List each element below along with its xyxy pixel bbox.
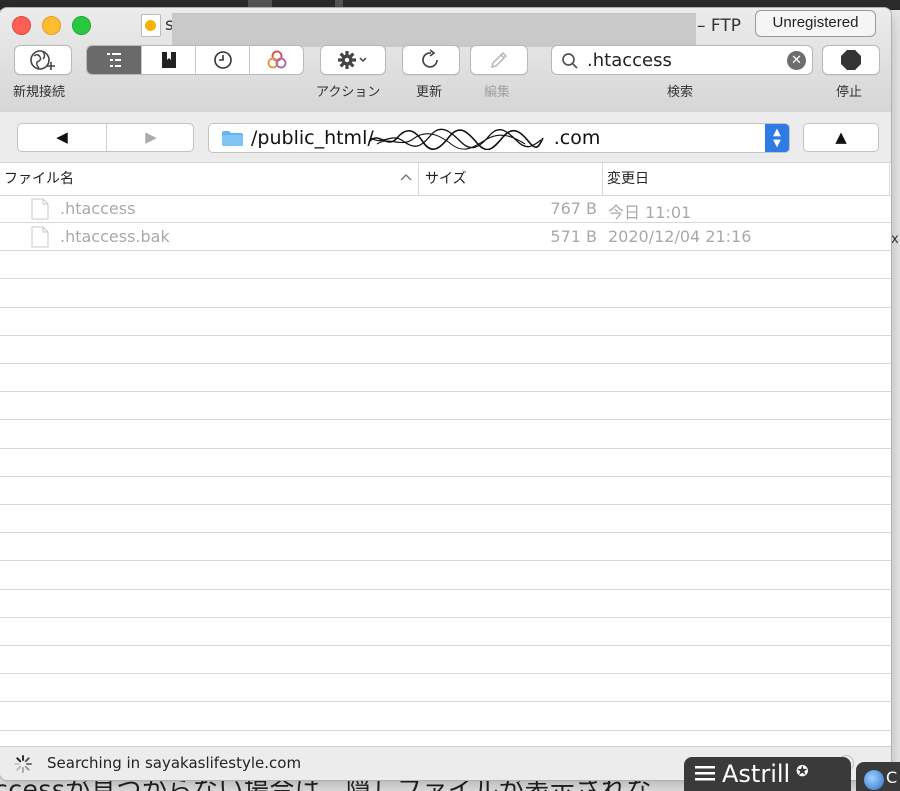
file-list: .htaccess 767 B 今日 11:01 .htaccess.bak 571 B… (0, 195, 891, 759)
document-icon (31, 198, 49, 220)
bonjour-icon (250, 46, 303, 74)
refresh-label: 更新 (416, 85, 443, 100)
background-text-fragment: x (891, 232, 899, 247)
empty-table-row (0, 308, 891, 336)
file-modified: 2020/12/04 21:16 (608, 227, 752, 247)
column-divider (889, 163, 891, 195)
search-field[interactable]: .htaccess ✕ (551, 45, 813, 75)
empty-table-row (0, 703, 891, 731)
file-size: 571 B (550, 227, 597, 247)
gear-icon (321, 46, 385, 74)
file-size: 767 B (550, 199, 597, 218)
chevron-updown-icon: ▲ ▼ (765, 124, 789, 152)
globe-icon (864, 770, 884, 790)
action-menu-button[interactable] (320, 45, 386, 75)
file-name: .htaccess.bak (60, 227, 170, 247)
view-mode-segmented-control (86, 45, 304, 75)
empty-table-row (0, 392, 891, 421)
edit-label: 編集 (484, 85, 511, 100)
stop-button[interactable] (822, 45, 880, 75)
file-table-header: ファイル名 サイズ 変更日 (0, 163, 891, 196)
file-modified: 今日 11:01 (608, 203, 692, 222)
spinner-icon (14, 755, 32, 773)
outline-list-icon (87, 46, 141, 74)
navigation-bar: ◀ ▶ /public_html/ .com ▲ ▼ ▲ (0, 112, 891, 163)
search-icon (562, 53, 578, 69)
empty-table-row (0, 505, 891, 534)
unregistered-button[interactable]: Unregistered (755, 10, 876, 37)
empty-table-row (0, 646, 891, 675)
parent-folder-button[interactable]: ▲ (803, 123, 879, 152)
clear-search-icon[interactable]: ✕ (787, 51, 806, 70)
search-input-value[interactable]: .htaccess (587, 50, 672, 71)
column-header-modified[interactable]: 変更日 (602, 163, 891, 195)
astrill-label: Astrill (722, 760, 791, 788)
star-badge-icon: ✪ (796, 762, 809, 780)
astrill-secondary-widget[interactable]: C (856, 762, 900, 791)
action-label: アクション (316, 85, 381, 100)
path-popup-button[interactable]: /public_html/ .com ▲ ▼ (208, 123, 790, 153)
empty-table-row (0, 590, 891, 618)
empty-table-row (0, 477, 891, 505)
file-name: .htaccess (60, 199, 136, 218)
clock-icon (196, 46, 249, 74)
minimize-window-button[interactable] (42, 16, 61, 35)
path-suffix: .com (553, 127, 601, 149)
edit-button[interactable] (470, 45, 528, 75)
status-text: Searching in sayakaslifestyle.com (47, 754, 302, 772)
folder-icon (222, 131, 243, 146)
sort-ascending-icon (400, 174, 412, 181)
column-header-name[interactable]: ファイル名 (4, 163, 414, 195)
empty-table-row (0, 449, 891, 477)
path-prefix: /public_html/ (251, 127, 374, 149)
empty-table-row (0, 618, 891, 646)
astrill-secondary-label: C (886, 768, 898, 787)
redaction-scribble (368, 128, 544, 150)
empty-table-row (0, 533, 891, 562)
pencil-icon (471, 46, 527, 74)
browser-view-tab[interactable] (87, 46, 141, 74)
column-header-size[interactable]: サイズ (418, 163, 608, 195)
hamburger-menu-icon (695, 766, 715, 781)
empty-table-row (0, 421, 891, 449)
maximize-window-button[interactable] (72, 16, 91, 35)
close-window-button[interactable] (12, 16, 31, 35)
bonjour-tab[interactable] (249, 46, 303, 74)
astrill-widget[interactable]: Astrill ✪ (684, 757, 851, 791)
stop-octagon-icon (823, 46, 879, 74)
empty-table-row (0, 364, 891, 393)
refresh-icon (403, 46, 459, 74)
back-forward-control: ◀ ▶ (17, 123, 194, 152)
empty-table-row (0, 336, 891, 364)
empty-table-row (0, 674, 891, 703)
column-header-modified-label: 変更日 (607, 171, 649, 187)
redacted-title-block (172, 13, 696, 47)
forward-button[interactable]: ▶ (106, 124, 195, 151)
search-label: 検索 (667, 85, 694, 100)
empty-table-row (0, 251, 891, 280)
table-row[interactable]: .htaccess 767 B 今日 11:01 (0, 195, 891, 223)
column-header-size-label: サイズ (425, 171, 467, 187)
empty-table-row (0, 562, 891, 590)
document-proxy-icon[interactable] (141, 14, 161, 37)
new-connection-button[interactable] (14, 45, 72, 75)
bookmarks-tab[interactable] (141, 46, 195, 74)
empty-table-row (0, 280, 891, 308)
back-button[interactable]: ◀ (18, 124, 106, 151)
refresh-button[interactable] (402, 45, 460, 75)
document-icon (31, 226, 49, 248)
new-connection-label: 新規接続 (13, 85, 66, 100)
stop-label: 停止 (836, 85, 863, 100)
history-tab[interactable] (195, 46, 249, 74)
bookmark-book-icon (142, 46, 195, 74)
table-row[interactable]: .htaccess.bak 571 B 2020/12/04 21:16 (0, 223, 891, 252)
column-header-name-label: ファイル名 (4, 171, 74, 187)
window-title: – FTP (697, 16, 742, 36)
ftp-window: s – FTP Unregistered 新規接続 アクション 更新 編集 .h… (0, 8, 891, 780)
title-bar: s – FTP Unregistered 新規接続 アクション 更新 編集 .h… (0, 8, 891, 113)
globe-plus-icon (15, 46, 71, 74)
